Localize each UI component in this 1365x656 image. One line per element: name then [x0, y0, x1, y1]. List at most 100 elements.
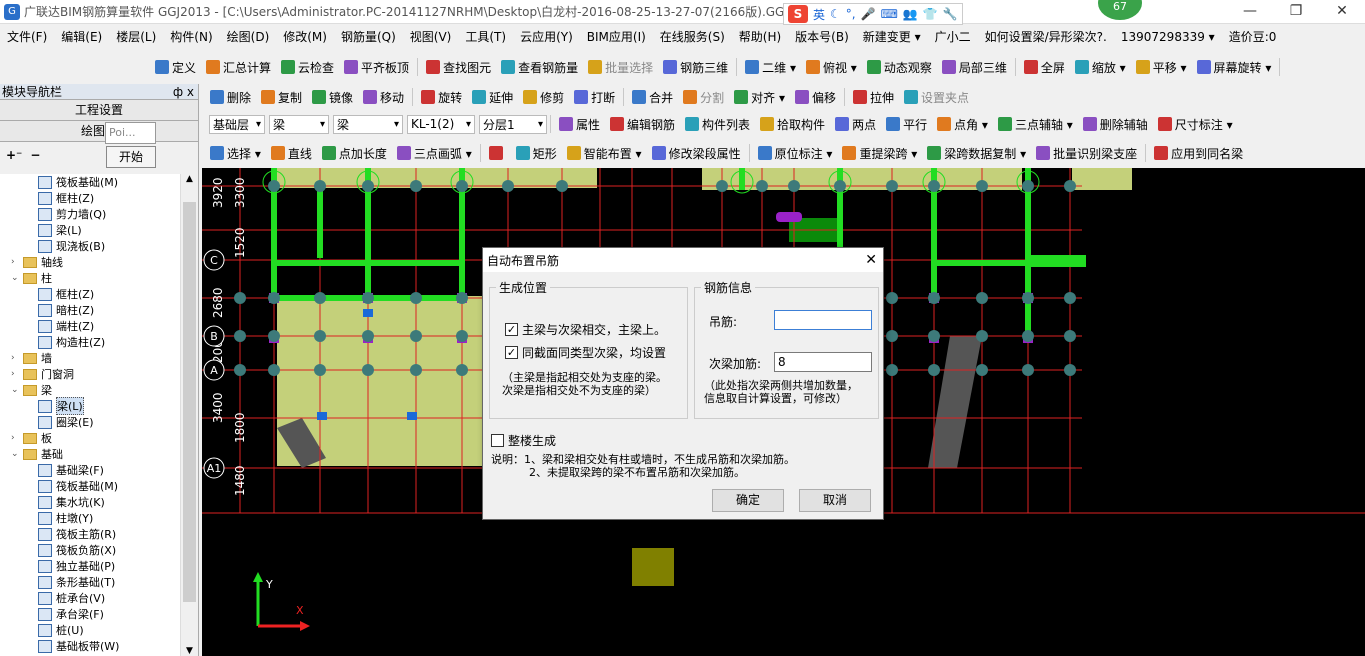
ime-toolbar[interactable]: S 英 ☾ °, 🎤 ⌨ 👥 👕 🔧	[783, 3, 963, 25]
column-20[interactable]	[410, 292, 422, 304]
menu-item-0[interactable]: 文件(F)	[0, 26, 54, 48]
column-61[interactable]	[456, 364, 468, 376]
tb1-button-13[interactable]: 缩放 ▾	[1070, 56, 1131, 78]
column-7[interactable]	[716, 180, 728, 192]
punct-icon[interactable]: °,	[846, 7, 856, 21]
tb4-button-9[interactable]: 重提梁跨 ▾	[837, 142, 922, 164]
tb4-button-0[interactable]: 选择 ▾	[205, 142, 266, 164]
column-35[interactable]	[1064, 292, 1076, 304]
column-32[interactable]	[928, 292, 940, 304]
keyboard-icon[interactable]: ⌨	[881, 7, 898, 21]
tb2-button-13[interactable]: 设置夹点	[899, 86, 974, 108]
tb2-button-6[interactable]: 修剪	[518, 86, 569, 108]
tree-item-1[interactable]: 框柱(Z)	[0, 190, 180, 206]
column-75[interactable]	[1064, 364, 1076, 376]
tb4-button-8[interactable]: 原位标注 ▾	[753, 142, 838, 164]
column-38[interactable]	[314, 330, 326, 342]
ime-lang[interactable]: 英	[813, 6, 825, 23]
tree-scrollbar[interactable]: ▲ ▼	[180, 174, 198, 656]
checkbox-same-section[interactable]: ✓ 同截面同类型次梁，均设置	[505, 344, 666, 361]
tb4-button-7[interactable]: 修改梁段属性	[647, 142, 746, 164]
column-8[interactable]	[756, 180, 768, 192]
menu-item-2[interactable]: 楼层(L)	[109, 26, 163, 48]
tb4-button-4[interactable]	[484, 142, 511, 164]
user-icon[interactable]: 👥	[903, 7, 918, 21]
tree-item-26[interactable]: 桩承台(V)	[0, 590, 180, 606]
tree-expander-icon[interactable]: ›	[11, 257, 20, 267]
column-60[interactable]	[410, 364, 422, 376]
collapse-all-icon[interactable]: −	[30, 148, 40, 162]
menu-item-18[interactable]: 造价豆:0	[1222, 26, 1284, 48]
tree-item-3[interactable]: 梁(L)	[0, 222, 180, 238]
tb3-button-4[interactable]: 两点	[830, 113, 881, 135]
column-55[interactable]	[1064, 330, 1076, 342]
checkbox-main-beam[interactable]: ✓ 主梁与次梁相交，主梁上。	[505, 321, 666, 338]
column-3[interactable]	[410, 180, 422, 192]
tb1-button-1[interactable]: 汇总计算	[201, 56, 276, 78]
tree-item-14[interactable]: 梁(L)	[0, 397, 180, 415]
tree-item-7[interactable]: 框柱(Z)	[0, 286, 180, 302]
column-51[interactable]	[886, 330, 898, 342]
tb3-button-2[interactable]: 构件列表	[680, 113, 755, 135]
tb3-button-1[interactable]: 编辑钢筋	[605, 113, 680, 135]
tb3-button-7[interactable]: 三点辅轴 ▾	[993, 113, 1078, 135]
column-33[interactable]	[976, 292, 988, 304]
slab-1[interactable]	[702, 168, 1022, 190]
menu-item-9[interactable]: 云应用(Y)	[513, 26, 580, 48]
checkbox-whole-building[interactable]: 整楼生成	[491, 432, 556, 449]
menu-item-14[interactable]: 新建变更 ▾	[856, 26, 928, 48]
component-select[interactable]: KL-1(2)	[407, 114, 475, 134]
tb1-button-12[interactable]: 全屏	[1019, 56, 1070, 78]
column-12[interactable]	[928, 180, 940, 192]
column-0[interactable]	[268, 180, 280, 192]
type-select-1[interactable]: 梁	[269, 114, 329, 134]
column-16[interactable]	[234, 292, 246, 304]
tb4-button-11[interactable]: 批量识别梁支座	[1031, 142, 1142, 164]
tb1-button-5[interactable]: 查看钢筋量	[496, 56, 583, 78]
tree-item-2[interactable]: 剪力墙(Q)	[0, 206, 180, 222]
column-58[interactable]	[314, 364, 326, 376]
column-15[interactable]	[1064, 180, 1076, 192]
menu-item-5[interactable]: 修改(M)	[276, 26, 334, 48]
column-10[interactable]	[834, 180, 846, 192]
checkbox-whole-building-box[interactable]	[491, 434, 504, 447]
tb2-button-12[interactable]: 拉伸	[848, 86, 899, 108]
tb1-button-0[interactable]: 定义	[150, 56, 201, 78]
start-button[interactable]: 开始	[106, 146, 156, 168]
tree-item-23[interactable]: 筏板负筋(X)	[0, 542, 180, 558]
tb3-button-6[interactable]: 点角 ▾	[932, 113, 993, 135]
tb2-button-3[interactable]: 移动	[358, 86, 409, 108]
tree-item-19[interactable]: 筏板基础(M)	[0, 478, 180, 494]
slab-2[interactable]	[1072, 168, 1132, 190]
tree-item-17[interactable]: ⌄ 基础	[0, 446, 180, 462]
column-21[interactable]	[456, 292, 468, 304]
tb1-button-14[interactable]: 平移 ▾	[1131, 56, 1192, 78]
tree-expander-icon[interactable]: ⌄	[11, 385, 20, 395]
tree-item-25[interactable]: 条形基础(T)	[0, 574, 180, 590]
tree-item-0[interactable]: 筏板基础(M)	[0, 174, 180, 190]
tree-expander-icon[interactable]: ›	[11, 433, 20, 443]
column-57[interactable]	[268, 364, 280, 376]
hanger-input[interactable]	[774, 310, 872, 330]
menu-item-1[interactable]: 编辑(E)	[54, 26, 109, 48]
restore-button[interactable]: ❐	[1273, 0, 1319, 24]
tree-item-6[interactable]: ⌄ 柱	[0, 270, 180, 286]
mic-icon[interactable]: 🎤	[861, 7, 876, 21]
menu-item-7[interactable]: 视图(V)	[403, 26, 459, 48]
tb1-button-6[interactable]: 批量选择	[583, 56, 658, 78]
column-31[interactable]	[886, 292, 898, 304]
column-74[interactable]	[1022, 364, 1034, 376]
extra-rebar-input[interactable]: 8	[774, 352, 872, 372]
tb1-button-3[interactable]: 平齐板顶	[339, 56, 414, 78]
tb2-button-7[interactable]: 打断	[569, 86, 620, 108]
ok-button[interactable]: 确定	[712, 489, 784, 512]
checkbox-main-beam-box[interactable]: ✓	[505, 323, 518, 336]
tb1-button-2[interactable]: 云检查	[276, 56, 339, 78]
tb2-button-0[interactable]: 删除	[205, 86, 256, 108]
tb4-button-1[interactable]: 直线	[266, 142, 317, 164]
tb1-button-11[interactable]: 局部三维	[937, 56, 1012, 78]
column-73[interactable]	[976, 364, 988, 376]
menu-item-11[interactable]: 在线服务(S)	[653, 26, 732, 48]
type-select-2[interactable]: 梁	[333, 114, 403, 134]
tb4-button-2[interactable]: 点加长度	[317, 142, 392, 164]
